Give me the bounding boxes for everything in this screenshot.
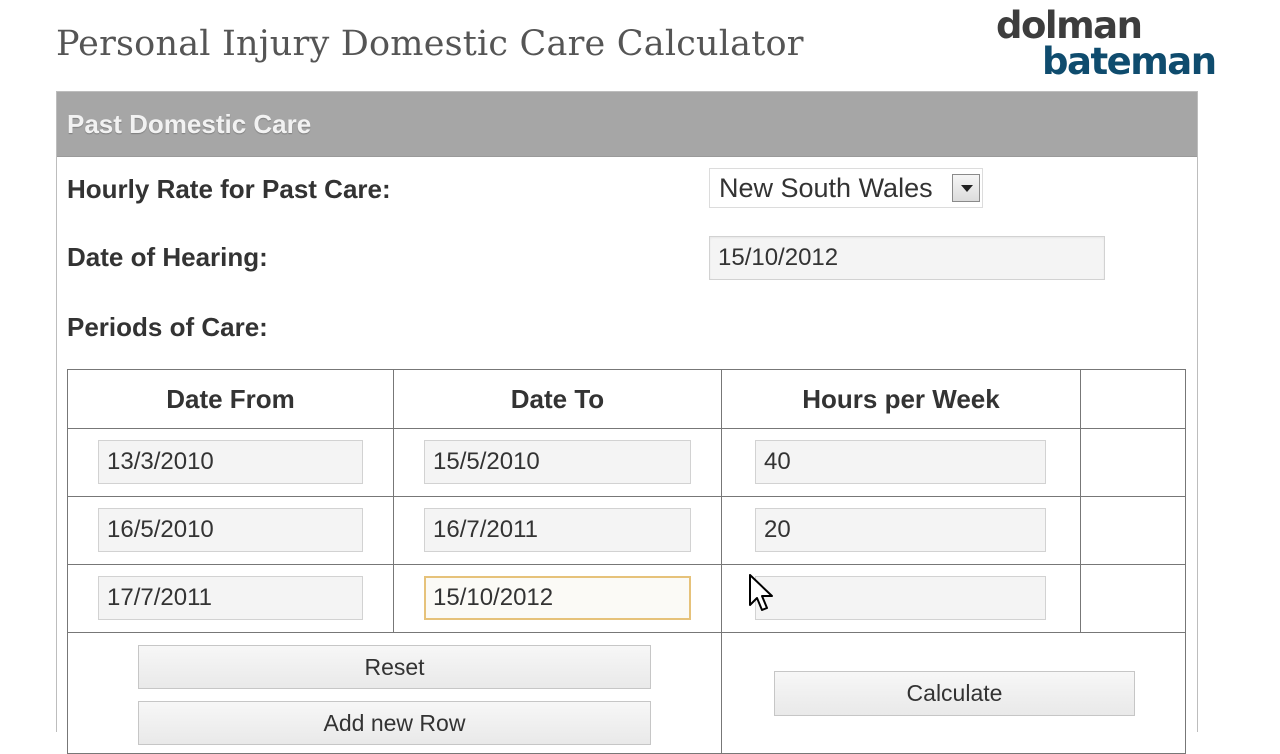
column-header-date-from: Date From — [67, 369, 394, 429]
row-extra-cell — [1080, 496, 1186, 565]
reset-button[interactable]: Reset — [138, 645, 651, 689]
chevron-down-icon[interactable] — [952, 174, 980, 202]
periods-of-care-table: Date From Date To Hours per Week 13/3/20… — [67, 369, 1186, 754]
row-extra-cell — [1080, 428, 1186, 497]
page-title: Personal Injury Domestic Care Calculator — [56, 24, 804, 64]
hearing-date-label: Date of Hearing: — [67, 242, 268, 272]
company-logo: dolman bateman — [996, 4, 1217, 84]
hours-per-week-input[interactable]: 40 — [755, 440, 1046, 484]
table-row: 13/3/2010 15/5/2010 40 — [67, 428, 1186, 497]
mouse-pointer-icon — [749, 574, 773, 611]
row-extra-cell — [1080, 564, 1186, 633]
table-row: 17/7/2011 15/10/2012 — [67, 564, 1186, 633]
column-header-date-to: Date To — [393, 369, 722, 429]
hourly-rate-select-value: New South Wales — [719, 173, 933, 203]
table-header-row: Date From Date To Hours per Week — [67, 369, 1186, 429]
logo-line-1: dolman — [996, 4, 1143, 47]
hourly-rate-label: Hourly Rate for Past Care: — [67, 174, 391, 204]
hearing-date-input[interactable]: 15/10/2012 — [709, 236, 1105, 280]
table-row: 16/5/2010 16/7/2011 20 — [67, 496, 1186, 565]
hours-per-week-input[interactable]: 20 — [755, 508, 1046, 552]
past-domestic-care-panel: Past Domestic Care Hourly Rate for Past … — [56, 91, 1198, 754]
add-new-row-button[interactable]: Add new Row — [138, 701, 651, 745]
date-from-input[interactable]: 17/7/2011 — [98, 576, 363, 620]
date-from-input[interactable]: 16/5/2010 — [98, 508, 363, 552]
hours-per-week-input[interactable] — [755, 576, 1046, 620]
section-title: Past Domestic Care — [57, 92, 1197, 157]
date-to-input[interactable]: 15/5/2010 — [424, 440, 691, 484]
actions-row: Reset Add new Row Calculate — [67, 632, 1186, 754]
date-from-input[interactable]: 13/3/2010 — [98, 440, 363, 484]
periods-of-care-label: Periods of Care: — [67, 312, 268, 342]
calculate-button[interactable]: Calculate — [774, 671, 1135, 716]
logo-line-2: bateman — [1042, 40, 1217, 83]
date-to-input-focused[interactable]: 15/10/2012 — [424, 576, 691, 620]
row-actions-cell: Reset Add new Row — [67, 632, 722, 754]
calculate-actions-cell: Calculate — [721, 632, 1186, 754]
hourly-rate-select[interactable]: New South Wales — [709, 168, 983, 208]
column-header-hours-per-week: Hours per Week — [721, 369, 1081, 429]
column-header-blank — [1080, 369, 1186, 429]
date-to-input[interactable]: 16/7/2011 — [424, 508, 691, 552]
